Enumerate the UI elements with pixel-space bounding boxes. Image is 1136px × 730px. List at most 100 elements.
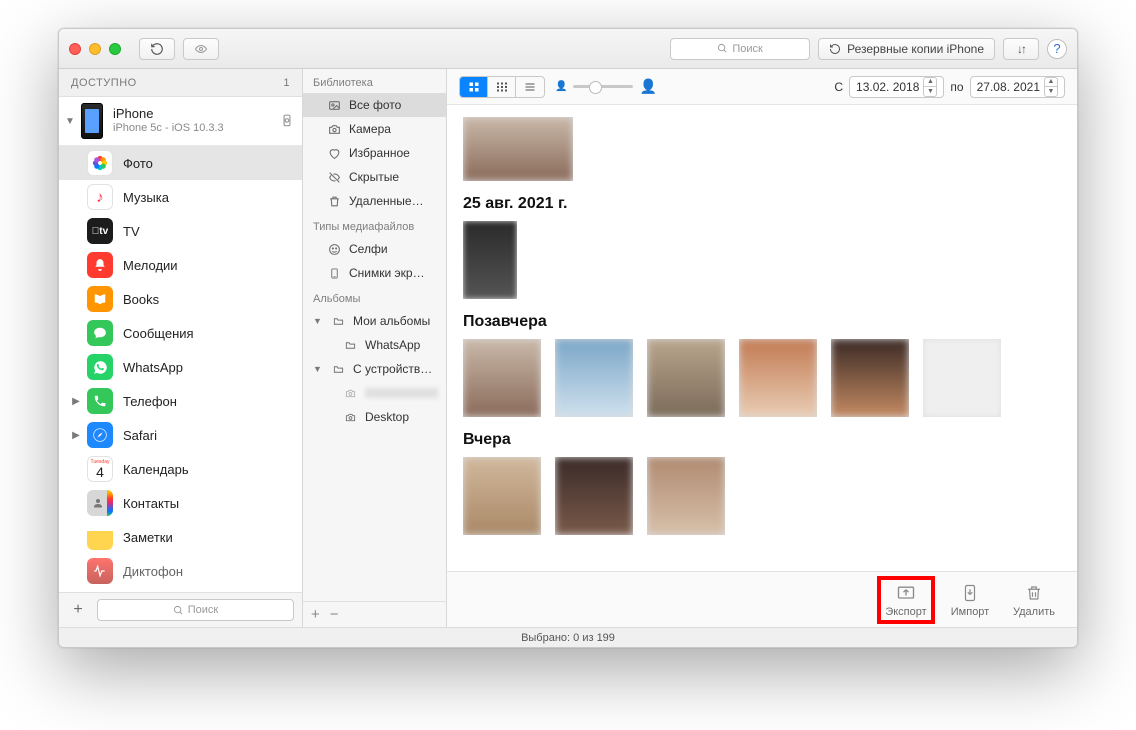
stepper[interactable]: ▲▼	[923, 77, 937, 97]
date-range: С 13.02. 2018 ▲▼ по 27.08. 2021 ▲▼	[834, 76, 1065, 98]
view-grid[interactable]	[460, 77, 488, 97]
help-icon: ?	[1053, 41, 1060, 56]
photo-thumb[interactable]	[555, 457, 633, 535]
close-button[interactable]	[69, 43, 81, 55]
eye-icon	[193, 43, 209, 55]
section-title: Позавчера	[463, 313, 1061, 331]
sidebar-item-messages[interactable]: Сообщения	[59, 316, 302, 350]
album-desktop[interactable]: Desktop	[303, 405, 446, 429]
import-label: Импорт	[951, 606, 989, 618]
sidebar-item-music[interactable]: ♪ Музыка	[59, 180, 302, 214]
photo-thumb[interactable]	[463, 221, 517, 299]
search-placeholder: Поиск	[732, 43, 762, 55]
sidebar-item-voice-memos[interactable]: Диктофон	[59, 554, 302, 588]
sidebar-item-safari[interactable]: ▶ Safari	[59, 418, 302, 452]
camera-icon	[343, 386, 357, 400]
zoom-button[interactable]	[109, 43, 121, 55]
photo-thumb[interactable]	[647, 339, 725, 417]
add-button[interactable]: +	[67, 599, 89, 621]
transfer-button[interactable]: ↓↑	[1003, 38, 1039, 60]
search-icon	[717, 43, 728, 54]
whatsapp-icon	[87, 354, 113, 380]
media-label: Снимки экр…	[349, 266, 438, 280]
sidebar-item-tv[interactable]: tv TV	[59, 214, 302, 248]
minimize-button[interactable]	[89, 43, 101, 55]
sidebar-item-whatsapp[interactable]: WhatsApp	[59, 350, 302, 384]
date-to-input[interactable]: 27.08. 2021 ▲▼	[970, 76, 1065, 98]
device-row[interactable]: ▼ iPhone iPhone 5c - iOS 10.3.3	[59, 97, 302, 146]
sidebar-search[interactable]: Поиск	[97, 599, 294, 621]
device-icon	[81, 103, 103, 139]
backup-button[interactable]: Резервные копии iPhone	[818, 38, 995, 60]
view-thumb[interactable]	[488, 77, 516, 97]
folder-icon	[331, 314, 345, 328]
search-field-top[interactable]: Поиск	[670, 38, 810, 60]
view-button[interactable]	[183, 38, 219, 60]
action-bar: Экспорт Импорт Удалить	[447, 571, 1077, 627]
date-from-input[interactable]: 13.02. 2018 ▲▼	[849, 76, 944, 98]
photo-row	[463, 221, 1061, 299]
photo-grid[interactable]: 25 авг. 2021 г. Позавчера Вчера	[447, 105, 1077, 571]
sidebar-item-notes[interactable]: Заметки	[59, 520, 302, 554]
photo-thumb[interactable]	[923, 339, 1001, 417]
album-my-albums[interactable]: ▼ Мои альбомы	[303, 309, 446, 333]
sidebar-item-phone[interactable]: ▶ Телефон	[59, 384, 302, 418]
sidebar-item-ringtones[interactable]: Мелодии	[59, 248, 302, 282]
content-area: 👤 👤 С 13.02. 2018 ▲▼ по 27.08. 2021 ▲▼	[447, 69, 1077, 627]
lib-item-favorites[interactable]: Избранное	[303, 141, 446, 165]
chevron-down-icon[interactable]: ▼	[313, 364, 323, 374]
photo-thumb[interactable]	[463, 339, 541, 417]
media-item-selfie[interactable]: Селфи	[303, 237, 446, 261]
sidebar-item-calendar[interactable]: Tuesday 4 Календарь	[59, 452, 302, 486]
status-text: Выбрано: 0 из 199	[521, 632, 615, 644]
tv-icon: tv	[87, 218, 113, 244]
photo-thumb[interactable]	[463, 117, 573, 181]
delete-button[interactable]: Удалить	[1005, 582, 1063, 618]
slider-track[interactable]	[573, 85, 633, 88]
sidebar-label: Safari	[123, 428, 157, 443]
photo-thumb[interactable]	[739, 339, 817, 417]
view-segmented-control[interactable]	[459, 76, 545, 98]
album-from-device[interactable]: ▼ С устройств…	[303, 357, 446, 381]
eject-icon[interactable]	[280, 114, 294, 128]
device-info: iPhone iPhone 5c - iOS 10.3.3	[113, 107, 280, 135]
export-button[interactable]: Экспорт	[877, 576, 935, 624]
chevron-right-icon[interactable]: ▶	[69, 430, 83, 441]
photo-thumb[interactable]	[647, 457, 725, 535]
lib-item-all[interactable]: Все фото	[303, 93, 446, 117]
lib-item-deleted[interactable]: Удаленные…	[303, 189, 446, 213]
photo-row	[463, 339, 1061, 417]
remove-album-button[interactable]: −	[330, 606, 339, 623]
album-whatsapp[interactable]: WhatsApp	[303, 333, 446, 357]
chevron-down-icon[interactable]: ▼	[313, 316, 323, 326]
lib-item-camera[interactable]: Камера	[303, 117, 446, 141]
thumbnail-size-slider[interactable]: 👤 👤	[555, 78, 657, 95]
sidebar-item-photos[interactable]: Фото	[59, 146, 302, 180]
person-small-icon: 👤	[555, 81, 567, 92]
refresh-button[interactable]	[139, 38, 175, 60]
help-button[interactable]: ?	[1047, 39, 1067, 59]
trash-icon	[327, 194, 341, 208]
library-sidebar: Библиотека Все фото Камера Избранное Скр…	[303, 69, 447, 627]
album-label: Desktop	[365, 410, 438, 424]
photo-thumb[interactable]	[463, 457, 541, 535]
sidebar-label: Мелодии	[123, 258, 178, 273]
sidebar-label: Заметки	[123, 530, 173, 545]
album-label: WhatsApp	[365, 338, 438, 352]
folder-icon	[343, 338, 357, 352]
photo-thumb[interactable]	[831, 339, 909, 417]
chevron-right-icon[interactable]: ▶	[69, 396, 83, 407]
chevron-down-icon[interactable]: ▼	[63, 116, 77, 127]
view-list[interactable]	[516, 77, 544, 97]
media-label: Селфи	[349, 242, 438, 256]
sidebar-item-contacts[interactable]: Контакты	[59, 486, 302, 520]
photo-thumb[interactable]	[555, 339, 633, 417]
import-button[interactable]: Импорт	[941, 582, 999, 618]
media-item-screenshots[interactable]: Снимки экр…	[303, 261, 446, 285]
sidebar-item-books[interactable]: Books	[59, 282, 302, 316]
album-hidden[interactable]	[303, 381, 446, 405]
stepper[interactable]: ▲▼	[1044, 77, 1058, 97]
add-album-button[interactable]: +	[311, 606, 320, 623]
lib-item-hidden[interactable]: Скрытые	[303, 165, 446, 189]
person-large-icon: 👤	[639, 78, 656, 95]
